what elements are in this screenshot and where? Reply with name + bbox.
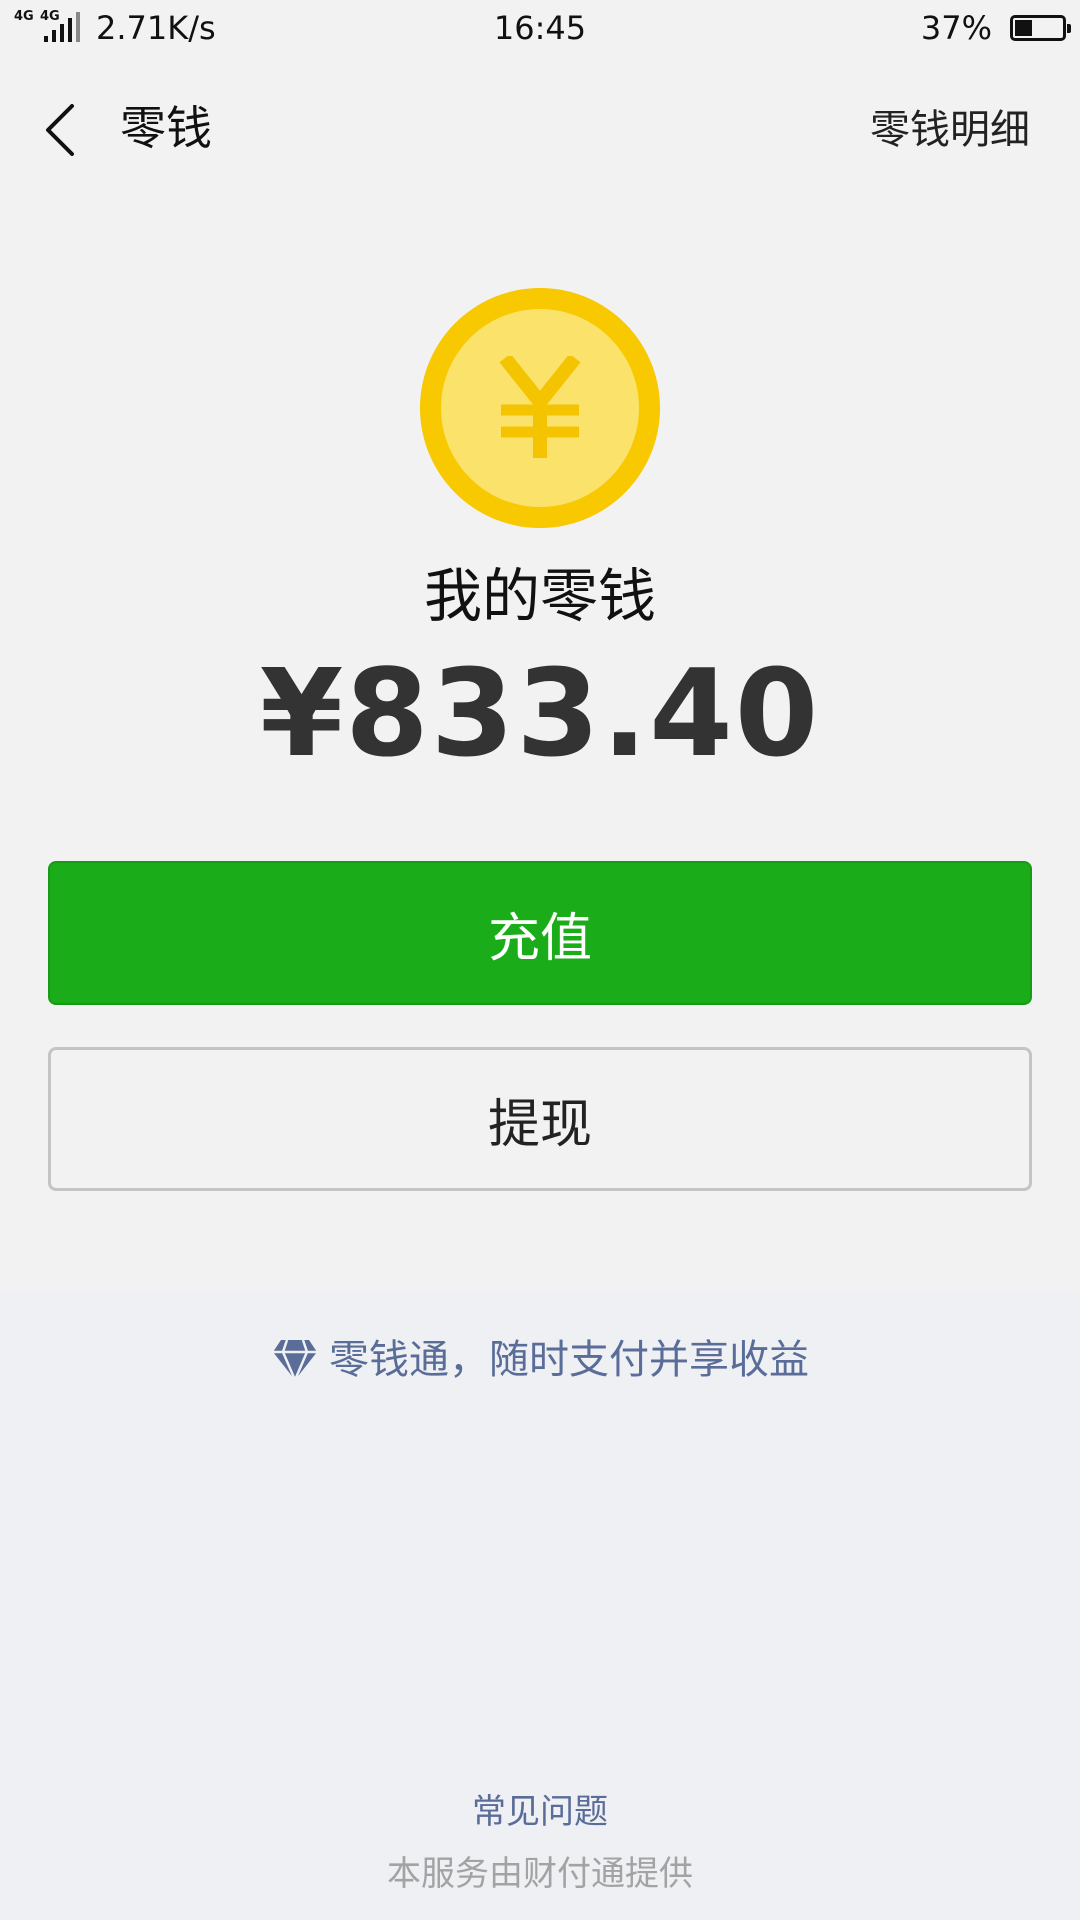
diamond-icon	[273, 1339, 317, 1382]
battery-percent: 37%	[920, 9, 992, 47]
wallet-change-screen: 4G 4G 2.71K/s 16:45 37% 零钱 零钱明细 我的零钱 ¥83…	[0, 0, 1080, 1920]
balance-label: 我的零钱	[423, 562, 656, 630]
yuan-coin-icon	[420, 288, 660, 528]
status-bar: 4G 4G 2.71K/s 16:45 37%	[0, 0, 1080, 56]
battery-icon	[1010, 15, 1071, 41]
promo-text: 零钱通，随时支付并享收益	[329, 1337, 809, 1383]
battery-fill	[1015, 20, 1032, 36]
coin-inner	[441, 309, 639, 507]
nav-header: 零钱 零钱明细	[0, 56, 1080, 196]
faq-link[interactable]: 常见问题	[0, 1790, 1080, 1834]
chevron-left-icon[interactable]	[38, 102, 82, 158]
recharge-button[interactable]: 充值	[48, 861, 1032, 1005]
change-details-link[interactable]: 零钱明细	[870, 100, 1030, 160]
balance-amount: ¥833.40	[259, 645, 821, 784]
page-title: 零钱	[120, 101, 212, 155]
yuan-symbol-icon	[499, 356, 581, 458]
lingqiantong-promo-link[interactable]: 零钱通，随时支付并享收益	[0, 1332, 1080, 1388]
provider-text: 本服务由财付通提供	[387, 1854, 693, 1894]
status-right: 37%	[920, 8, 1071, 48]
status-time: 16:45	[493, 9, 587, 47]
withdraw-button[interactable]: 提现	[48, 1047, 1032, 1191]
